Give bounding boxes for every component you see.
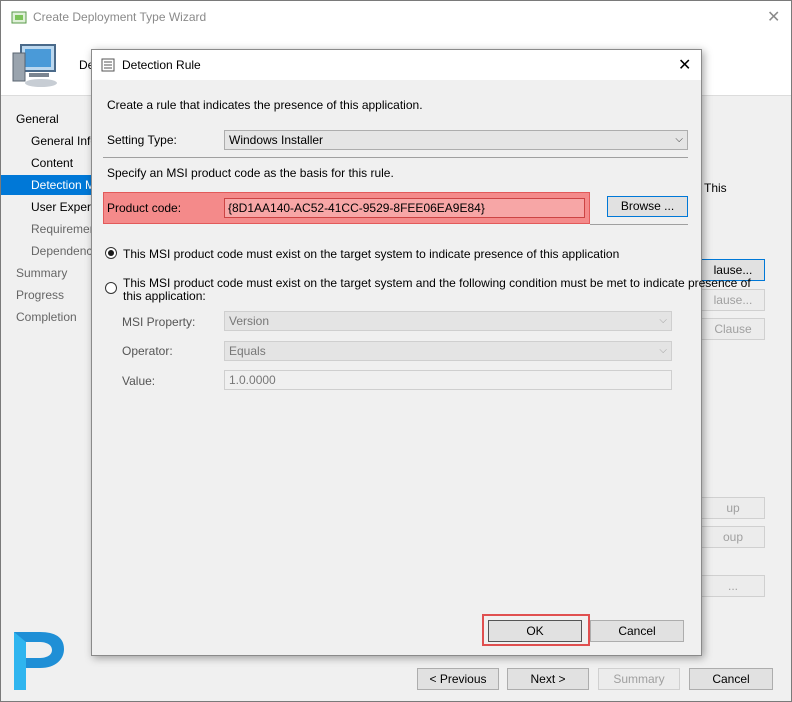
dialog-intro-text: Create a rule that indicates the presenc…: [107, 98, 423, 112]
delete-clause-button[interactable]: Clause: [701, 318, 765, 340]
nav-content[interactable]: Content: [1, 153, 93, 173]
wizard-partial-text: This: [704, 181, 727, 195]
wizard-title: Create Deployment Type Wizard: [33, 10, 207, 24]
msi-hint-text: Specify an MSI product code as the basis…: [107, 166, 394, 180]
nav-general-information[interactable]: General Information: [1, 131, 93, 151]
dialog-titlebar: Detection Rule ✕: [92, 50, 701, 80]
radio-must-exist[interactable]: [105, 247, 117, 259]
chevron-down-icon: ⌵: [675, 134, 683, 145]
dialog-close-icon[interactable]: ✕: [678, 55, 691, 75]
separator: [590, 224, 688, 225]
msi-property-label: MSI Property:: [122, 315, 196, 329]
browse-button[interactable]: Browse ...: [607, 196, 688, 217]
edit-clause-button[interactable]: lause...: [701, 289, 765, 311]
msi-property-select[interactable]: Version ⌵: [224, 311, 672, 331]
rule-icon: [101, 58, 115, 72]
radio-condition-label-line1[interactable]: This MSI product code must exist on the …: [123, 276, 751, 290]
wizard-app-icon: [11, 11, 27, 24]
side-more-button[interactable]: ...: [701, 575, 765, 597]
product-code-input[interactable]: {8D1AA140-AC52-41CC-9529-8FEE06EA9E84}: [224, 198, 585, 218]
ungroup-button[interactable]: oup: [701, 526, 765, 548]
nav-user-experience[interactable]: User Experience: [1, 197, 93, 217]
setting-type-value: Windows Installer: [229, 133, 324, 147]
wizard-close-icon[interactable]: ✕: [767, 7, 780, 27]
previous-button[interactable]: < Previous: [417, 668, 499, 690]
setting-type-label: Setting Type:: [107, 133, 177, 147]
value-label: Value:: [122, 374, 156, 388]
operator-value: Equals: [229, 344, 266, 358]
logo-icon: [14, 632, 64, 690]
setting-type-select[interactable]: Windows Installer ⌵: [224, 130, 688, 150]
next-button[interactable]: Next >: [507, 668, 589, 690]
chevron-down-icon: ⌵: [659, 315, 667, 326]
group-button[interactable]: up: [701, 497, 765, 519]
radio-must-exist-condition[interactable]: [105, 282, 117, 294]
nav-dependencies[interactable]: Dependencies: [1, 241, 93, 261]
summary-button[interactable]: Summary: [598, 668, 680, 690]
nav-summary[interactable]: Summary: [1, 263, 93, 283]
wizard-titlebar: Create Deployment Type Wizard ✕: [1, 1, 791, 33]
nav-completion[interactable]: Completion: [1, 307, 93, 327]
nav-progress[interactable]: Progress: [1, 285, 93, 305]
nav-general[interactable]: General: [1, 109, 93, 129]
msi-property-value: Version: [229, 314, 270, 328]
dialog-cancel-button[interactable]: Cancel: [590, 620, 684, 642]
value-input[interactable]: 1.0.0000: [224, 370, 672, 390]
separator: [103, 157, 688, 158]
nav-detection-method[interactable]: Detection Method: [1, 175, 93, 195]
ok-button[interactable]: OK: [488, 620, 582, 642]
wizard-cancel-button[interactable]: Cancel: [689, 668, 773, 690]
product-code-label: Product code:: [107, 201, 182, 215]
nav-requirements[interactable]: Requirements: [1, 219, 93, 239]
computer-icon: [12, 44, 57, 87]
radio-condition-label-line2[interactable]: this application:: [123, 289, 206, 303]
operator-label: Operator:: [122, 344, 173, 358]
radio-must-exist-label[interactable]: This MSI product code must exist on the …: [123, 247, 619, 261]
chevron-down-icon: ⌵: [659, 345, 667, 356]
dialog-title: Detection Rule: [122, 58, 201, 72]
operator-select[interactable]: Equals ⌵: [224, 341, 672, 361]
